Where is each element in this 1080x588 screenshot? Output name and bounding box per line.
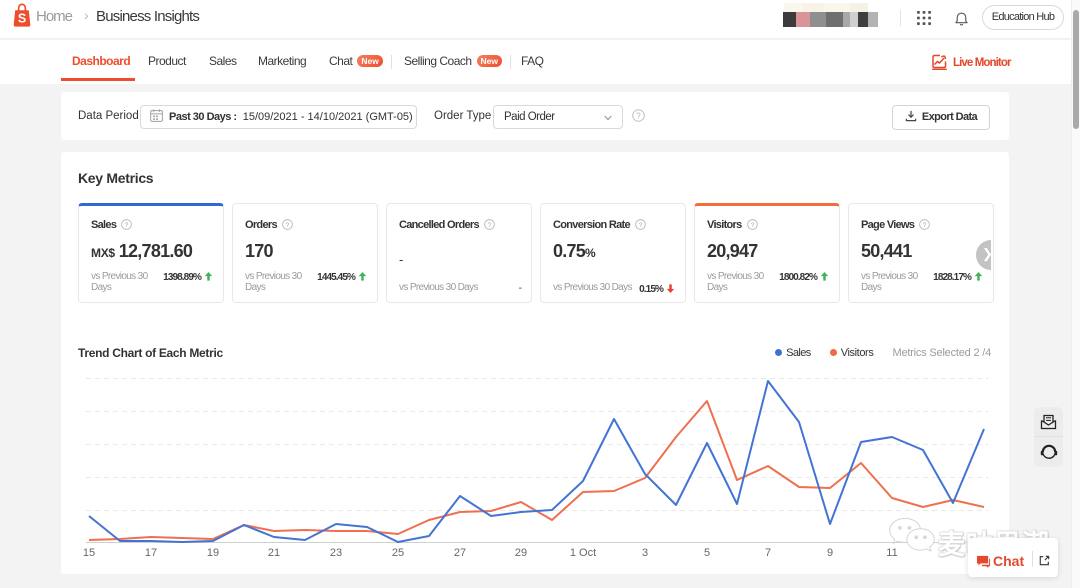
svg-text:?: ? [286,222,290,229]
svg-text:1 Oct: 1 Oct [570,547,596,559]
svg-text:7: 7 [765,547,771,559]
svg-text:9: 9 [827,547,833,559]
svg-text:?: ? [923,222,927,229]
svg-text:?: ? [639,222,643,229]
svg-text:27: 27 [454,547,466,559]
svg-text:11: 11 [886,547,897,559]
svg-text:?: ? [488,222,492,229]
svg-text:23: 23 [330,547,342,559]
svg-text:21: 21 [268,547,280,559]
svg-text:17: 17 [145,547,157,559]
svg-text:15: 15 [83,547,95,559]
svg-text:19: 19 [207,547,219,559]
svg-text:29: 29 [515,547,527,559]
svg-text:S: S [18,11,26,25]
svg-text:25: 25 [392,547,404,559]
svg-text:3: 3 [642,547,648,559]
svg-text:5: 5 [704,547,710,559]
svg-text:?: ? [750,222,754,229]
svg-text:?: ? [636,111,641,120]
svg-text:?: ? [125,222,129,229]
